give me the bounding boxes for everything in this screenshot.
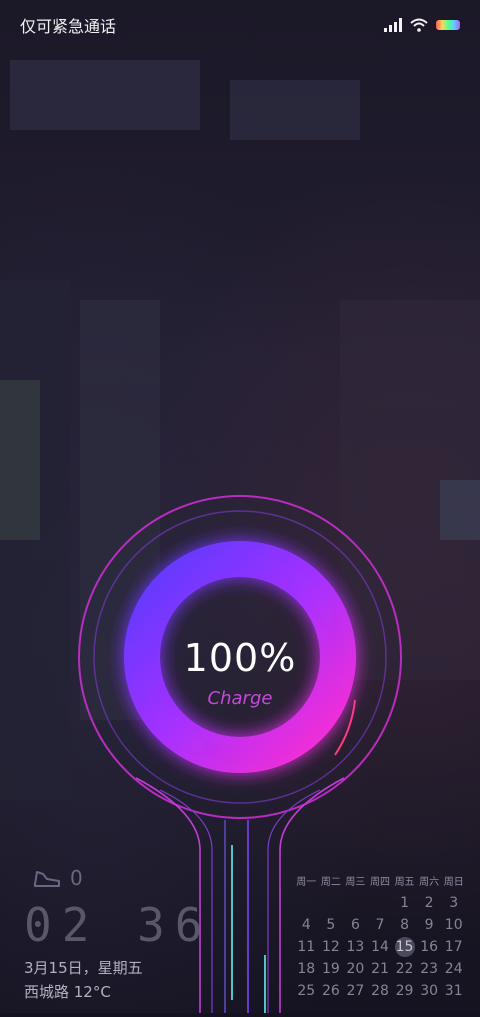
charging-animation: 100% Charge	[0, 0, 480, 1013]
calendar-day: 29	[395, 983, 414, 999]
weekday-label: 周一	[296, 877, 317, 888]
calendar-day: 7	[375, 917, 385, 933]
calendar-day: 1	[400, 895, 410, 911]
date-text: 3月15日，星期五	[24, 959, 143, 977]
calendar-day: 23	[420, 961, 439, 977]
charging-ring-graphic	[78, 495, 402, 1013]
calendar-day: 22	[395, 961, 414, 977]
calendar-today: 15	[394, 937, 415, 957]
calendar-weekday-header: 周一 周二 周三 周四 周五 周六 周日	[294, 874, 466, 892]
calendar-day	[343, 892, 368, 914]
calendar-day: 19	[321, 961, 340, 977]
calendar-day: 28	[371, 983, 389, 999]
calendar-day: 2	[424, 895, 434, 911]
step-count: 0	[70, 866, 83, 890]
calendar-day: 20	[346, 961, 365, 977]
weekday-label: 周三	[345, 877, 366, 888]
calendar-week-row: 18 19 20 21 22 23 24	[294, 958, 466, 980]
battery-percentage: 100%	[183, 636, 297, 680]
weekday-label: 周五	[394, 877, 415, 888]
calendar-week-row: 11 12 13 14 15 16 17	[294, 936, 466, 958]
calendar-day: 30	[420, 983, 439, 999]
calendar-day: 16	[420, 939, 439, 955]
calendar-day: 12	[321, 939, 340, 955]
calendar-day: 8	[400, 917, 410, 933]
calendar-day: 13	[346, 939, 365, 955]
calendar-day: 10	[444, 917, 463, 933]
calendar-grid: 1 2 3 4 5 6 7 8 9 10 11 12 13 14 15 16 17 18 19 20 21 22 23 24 2…	[294, 892, 466, 1002]
calendar-day: 25	[297, 983, 316, 999]
calendar-day: 9	[424, 917, 434, 933]
calendar-day: 3	[449, 895, 459, 911]
weekday-label: 周日	[443, 877, 464, 888]
calendar-day: 5	[326, 917, 336, 933]
calendar-day: 24	[444, 961, 463, 977]
weekday-label: 周二	[320, 877, 341, 888]
calendar-widget: 周一 周二 周三 周四 周五 周六 周日 1 2 3 4 5 6 7 8 9 10 11 12 13 14…	[294, 874, 466, 1002]
calendar-day: 21	[371, 961, 389, 977]
calendar-week-row: 123	[294, 892, 466, 914]
calendar-day	[294, 892, 319, 914]
step-counter: 0	[32, 866, 83, 890]
weekday-label: 周四	[369, 877, 390, 888]
weekday-label: 周六	[419, 877, 440, 888]
calendar-day: 27	[346, 983, 365, 999]
clock-time: 02 36	[24, 898, 213, 952]
calendar-week-row: 4 5 6 7 8 9 10	[294, 914, 466, 936]
calendar-day: 31	[444, 983, 463, 999]
stem-left-outer	[135, 777, 201, 1013]
calendar-day: 14	[371, 939, 389, 955]
calendar-day: 26	[321, 983, 340, 999]
calendar-day: 18	[297, 961, 316, 977]
calendar-day	[319, 892, 344, 914]
calendar-day: 4	[301, 917, 311, 933]
shoe-icon	[34, 871, 60, 887]
charge-label: Charge	[207, 688, 273, 709]
calendar-day: 17	[444, 939, 463, 955]
calendar-day	[368, 892, 393, 914]
calendar-day: 11	[297, 939, 316, 955]
calendar-day: 6	[350, 917, 360, 933]
weather-text: 西城路 12°C	[24, 983, 111, 1001]
calendar-week-row: 25 26 27 28 29 30 31	[294, 980, 466, 1002]
